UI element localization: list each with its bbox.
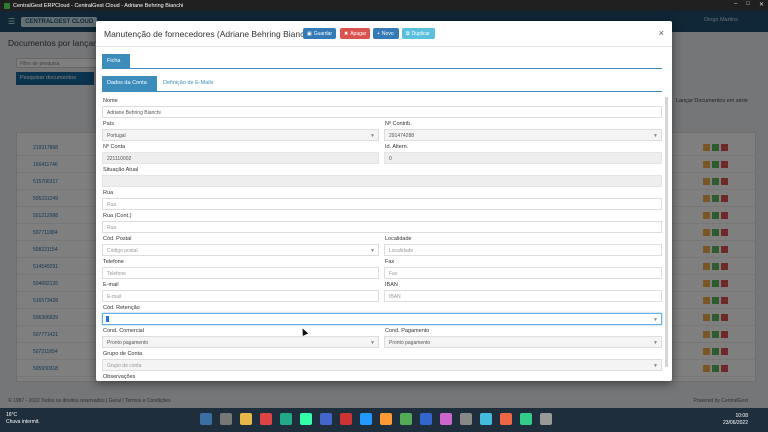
nome-input[interactable]: Adriane Behring Bianchi [102,106,662,118]
modal-title: Manutenção de fornecedores (Adriane Behr… [104,29,314,39]
mouse-pointer-icon [299,327,309,336]
chevron-down-icon: ▼ [370,340,375,346]
chevron-down-icon: ▼ [370,133,375,139]
taskbar-app-icon[interactable] [300,413,312,425]
taskbar-app-icon[interactable] [380,413,392,425]
tabs-divider [102,68,662,69]
chevron-down-icon: ▼ [653,317,658,323]
save-icon: ▣ [307,30,312,37]
taskbar-app-icon[interactable] [340,413,352,425]
taskbar-app-icon[interactable] [440,413,452,425]
grupo-conta-label: Grupo de Conta [103,351,143,357]
taskbar-app-icon[interactable] [240,413,252,425]
save-button[interactable]: ▣ Guardar [303,28,336,39]
supplier-maintenance-modal: Manutenção de fornecedores (Adriane Behr… [96,21,672,381]
clock-time: 10:08 [735,413,748,419]
modal-header: Manutenção de fornecedores (Adriane Behr… [96,21,672,47]
cod-retencao-select[interactable]: ▼ [102,313,662,325]
cod-postal-label: Cód. Postal [103,236,132,242]
taskbar-app-icon[interactable] [320,413,332,425]
rua-label: Rua [103,190,114,196]
weather-temp: 16°C [6,412,18,418]
localidade-input[interactable]: Localidade [384,244,662,256]
iban-input[interactable]: IBAN [384,290,662,302]
chevron-down-icon: ▼ [653,133,658,139]
tab-ficha[interactable]: Ficha [102,54,130,69]
id-altern-input: 0 [384,152,662,164]
system-clock[interactable]: 10:08 23/06/2022 [723,413,748,427]
nif-input[interactable]: 291474288 ▼ [384,129,662,141]
rua-cont-input[interactable]: Rua [102,221,662,233]
cond-pagamento-label: Cond. Pagamento [385,328,430,334]
close-icon[interactable]: × [659,28,664,38]
cond-pagamento-select[interactable]: Pronto pagamento ▼ [384,336,662,348]
cond-comercial-label: Cond. Comercial [103,328,144,334]
tab-dados-conta[interactable]: Dados da Conta [102,76,157,91]
weather-desc: Chuva intermit. [6,419,40,425]
pais-label: País [103,121,115,127]
telefone-label: Telefone [103,259,124,265]
situacao-label: Situação Atual [103,167,139,173]
chevron-down-icon: ▼ [653,363,658,369]
email-input[interactable]: E-mail [102,290,379,302]
rua-cont-label: Rua (Cont.) [103,213,132,219]
cod-postal-select[interactable]: Código postal ▼ [102,244,379,256]
browser-title-bar: CentralGest ERPCloud - CentralGest Cloud… [0,0,768,11]
fax-input[interactable]: Fax [384,267,662,279]
nif-label: Nº Contrib. [385,121,412,127]
cond-comercial-select[interactable]: Pronto pagamento ▼ [102,336,379,348]
fax-label: Fax [385,259,395,265]
clock-date: 23/06/2022 [722,420,748,426]
taskbar-app-icon[interactable] [500,413,512,425]
id-altern-label: Id. Altern. [385,144,409,150]
taskbar-app-icon[interactable] [540,413,552,425]
taskbar-app-icon[interactable] [480,413,492,425]
taskbar-app-icon[interactable] [400,413,412,425]
taskbar-app-icon[interactable] [460,413,472,425]
trash-icon: ✖ [344,30,349,37]
observacoes-label: Observações [103,374,136,380]
window-title: CentralGest ERPCloud - CentralGest Cloud… [13,2,184,9]
grupo-conta-select[interactable]: Grupo de conta ▼ [102,359,662,371]
email-label: E-mail [103,282,119,288]
pais-select[interactable]: Portugal ▼ [102,129,379,141]
taskbar-app-icon[interactable] [260,413,272,425]
chevron-down-icon: ▼ [370,248,375,254]
taskbar-app-icon[interactable] [360,413,372,425]
conta-input: 221110002 [102,152,379,164]
maximize-icon[interactable]: □ [746,1,750,8]
telefone-input[interactable]: Telefone [102,267,379,279]
taskbar-app-icon[interactable] [420,413,432,425]
chevron-down-icon: ▼ [653,340,658,346]
modal-scrollbar[interactable] [665,97,668,367]
rua-input[interactable]: Rua [102,198,662,210]
subtabs-divider [102,91,662,92]
taskbar-app-icon[interactable] [220,413,232,425]
text-cursor [106,316,109,322]
duplicate-button[interactable]: ⧉ Duplicar [402,28,435,39]
minimize-icon[interactable]: – [734,1,737,8]
nome-label: Nome [103,98,118,104]
iban-label: IBAN [385,282,398,288]
situacao-input [102,175,662,187]
cod-retencao-label: Cód. Retenção [103,305,140,311]
window-close-icon[interactable]: ✕ [759,1,764,8]
windows-taskbar: 16°C Chuva intermit. 10:08 23/06/2022 [0,408,768,432]
new-button[interactable]: + Novo [373,28,399,39]
copy-icon: ⧉ [406,30,410,37]
taskbar-app-icon[interactable] [280,413,292,425]
taskbar-app-icon[interactable] [520,413,532,425]
plus-icon: + [377,30,380,37]
weather-widget[interactable]: 16°C Chuva intermit. [6,412,40,426]
delete-button[interactable]: ✖ Apagar [340,28,370,39]
taskbar-app-icon[interactable] [200,413,212,425]
conta-label: Nº Conta [103,144,126,150]
tab-definicao-emails[interactable]: Definição de E-Mails [158,76,228,91]
app-favicon-icon [4,2,10,9]
localidade-label: Localidade [385,236,412,242]
taskbar-apps [200,413,552,425]
